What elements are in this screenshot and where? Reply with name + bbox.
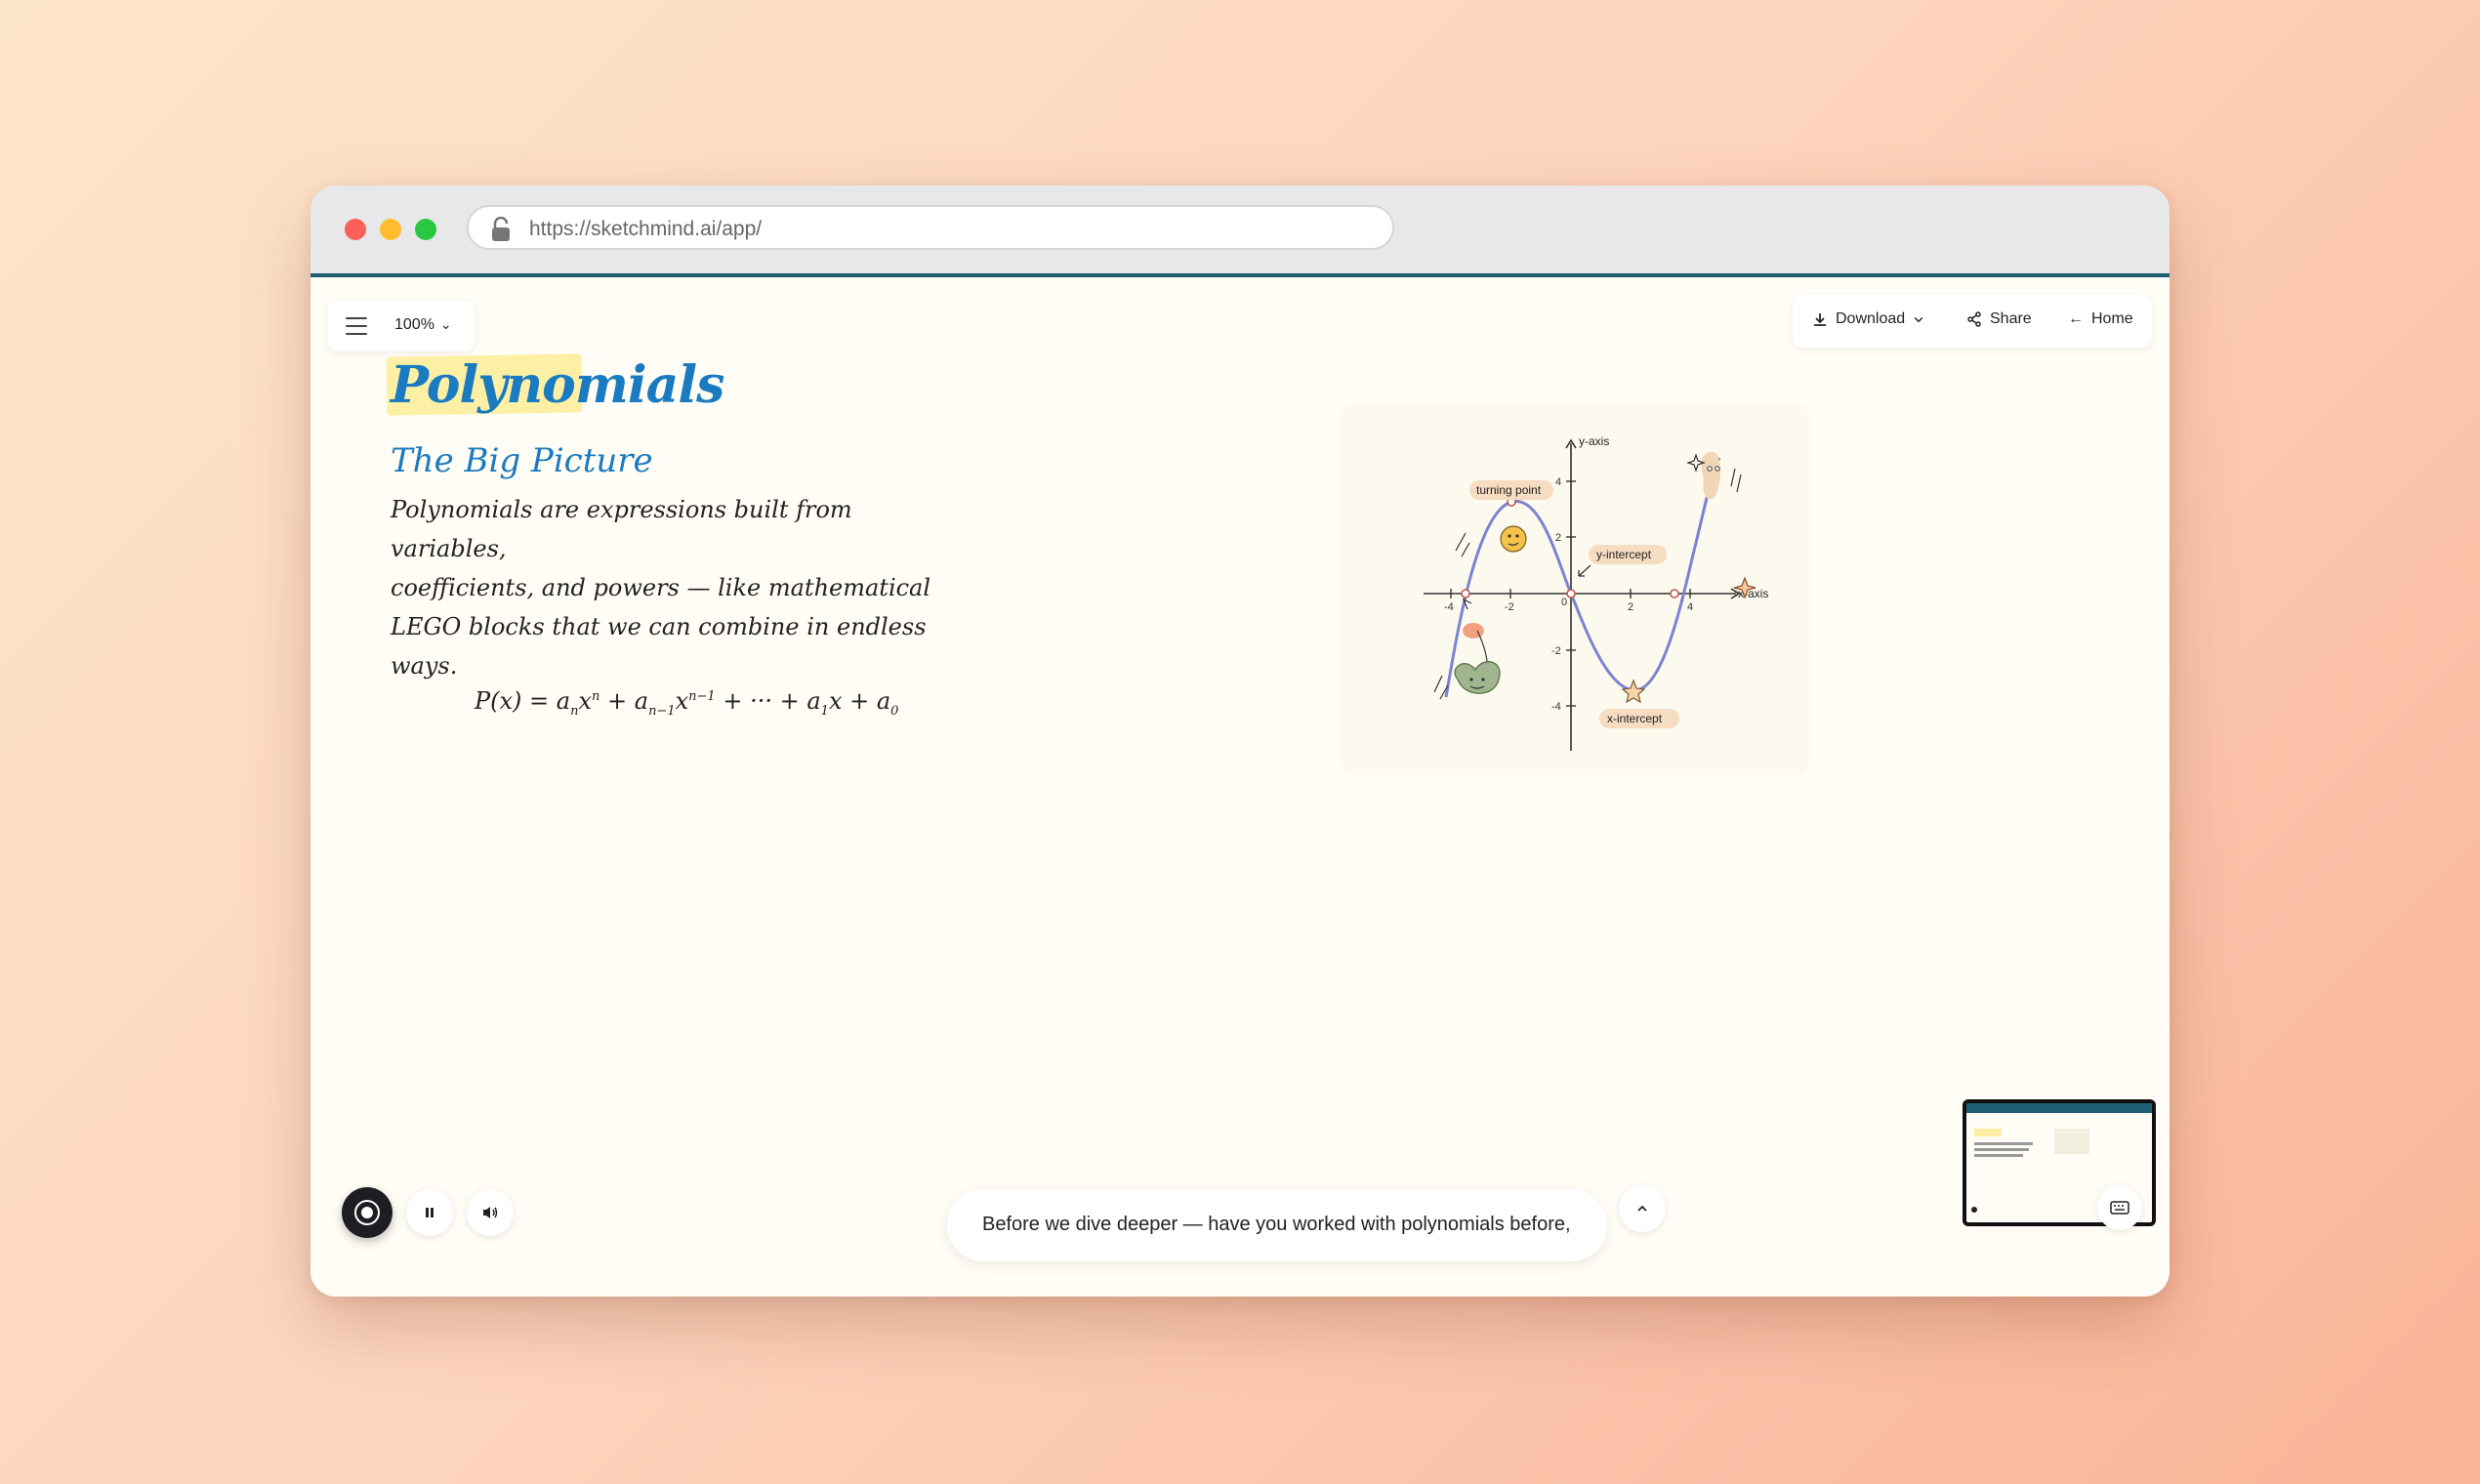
caption-bubble: Before we dive deeper — have you worked … — [947, 1189, 1607, 1261]
y-intercept-label: y-intercept — [1596, 548, 1652, 561]
x-tick-label: -2 — [1505, 601, 1514, 613]
turning-point-label: turning point — [1476, 483, 1542, 497]
y-tick-label: -4 — [1551, 701, 1561, 713]
paragraph-line: ways. — [391, 652, 458, 680]
y-tick-label: 4 — [1555, 476, 1561, 488]
chevron-down-icon: ⌄ — [439, 316, 452, 332]
share-button[interactable]: Share — [1966, 310, 2032, 328]
zoom-dropdown[interactable]: 100% ⌄ — [394, 316, 452, 334]
blob-character-icon — [1701, 451, 1721, 500]
speaker-icon — [483, 1207, 498, 1218]
share-label: Share — [1990, 310, 2032, 327]
star-icon — [1621, 679, 1646, 704]
thinking-face-icon — [1500, 525, 1527, 553]
lesson-paragraph: Polynomials are expressions built from v… — [391, 490, 957, 685]
paragraph-line: Polynomials are expressions built from v… — [391, 496, 852, 562]
chevron-down-icon — [1914, 316, 1923, 323]
chevron-up-icon — [1637, 1205, 1647, 1212]
canvas-menu-bar: 100% ⌄ — [328, 301, 475, 351]
x-tick-label: 4 — [1687, 601, 1693, 613]
lesson-subtitle: The Big Picture — [391, 441, 653, 480]
pause-button[interactable] — [406, 1189, 453, 1236]
home-label: Home — [2091, 310, 2133, 327]
lock-icon — [492, 217, 510, 241]
x-tick-label: 2 — [1628, 601, 1633, 613]
root-point — [1461, 589, 1470, 598]
y-tick-label: 2 — [1555, 532, 1561, 544]
download-icon — [1814, 313, 1826, 326]
menu-icon[interactable] — [346, 317, 367, 335]
record-button[interactable] — [342, 1187, 393, 1238]
close-window-button[interactable] — [345, 219, 366, 240]
graph-svg: x-axis y-axis -4 -2 0 2 4 4 2 -2 -4 turn… — [1424, 434, 1768, 751]
download-label: Download — [1836, 310, 1906, 327]
browser-titlebar: https://sketchmind.ai/app/ — [310, 186, 2170, 277]
paragraph-line: LEGO blocks that we can combine in endle… — [391, 613, 927, 640]
address-url: https://sketchmind.ai/app/ — [529, 218, 763, 240]
pause-icon — [426, 1208, 434, 1217]
canvas-area[interactable]: 100% ⌄ Download Share ← Home Polynomials … — [310, 277, 2170, 1297]
share-icon — [1967, 311, 1981, 327]
arrow-left-icon: ← — [2068, 310, 2084, 327]
address-bar[interactable]: https://sketchmind.ai/app/ — [467, 205, 1394, 250]
sparkle-icon — [1686, 453, 1706, 473]
keyboard-icon — [2110, 1201, 2129, 1215]
actions-bar: Download Share ← Home — [1793, 295, 2152, 348]
zoom-value: 100% — [394, 316, 434, 333]
root-point — [1670, 589, 1679, 598]
y-tick-label: -2 — [1551, 645, 1561, 657]
maximize-window-button[interactable] — [415, 219, 436, 240]
browser-window: https://sketchmind.ai/app/ 100% ⌄ Downloa… — [310, 186, 2170, 1297]
keyboard-button[interactable] — [2097, 1185, 2142, 1230]
caption-text: Before we dive deeper — have you worked … — [982, 1214, 1571, 1235]
x-tick-label: -4 — [1444, 601, 1454, 613]
record-icon — [354, 1200, 380, 1225]
x-tick-label: 0 — [1561, 597, 1567, 608]
x-intercept-label: x-intercept — [1607, 712, 1663, 725]
polynomial-graph-illustration: x-axis y-axis -4 -2 0 2 4 4 2 -2 -4 turn… — [1341, 404, 1809, 775]
download-button[interactable]: Download — [1812, 310, 1924, 328]
lesson-title: Polynomials — [391, 355, 724, 415]
arrow-icon — [1578, 564, 1591, 577]
paragraph-line: coefficients, and powers — like mathemat… — [391, 574, 931, 601]
polynomial-formula: P(x) = anxn + an−1xn−1 + ··· + a1x + a0 — [475, 687, 899, 719]
blob-icon — [1463, 623, 1484, 639]
expand-caption-button[interactable] — [1619, 1185, 1666, 1232]
y-axis-label: y-axis — [1579, 434, 1609, 448]
volume-button[interactable] — [467, 1189, 514, 1236]
minimize-window-button[interactable] — [380, 219, 401, 240]
home-button[interactable]: ← Home — [2068, 310, 2133, 328]
origin-point — [1566, 589, 1576, 598]
